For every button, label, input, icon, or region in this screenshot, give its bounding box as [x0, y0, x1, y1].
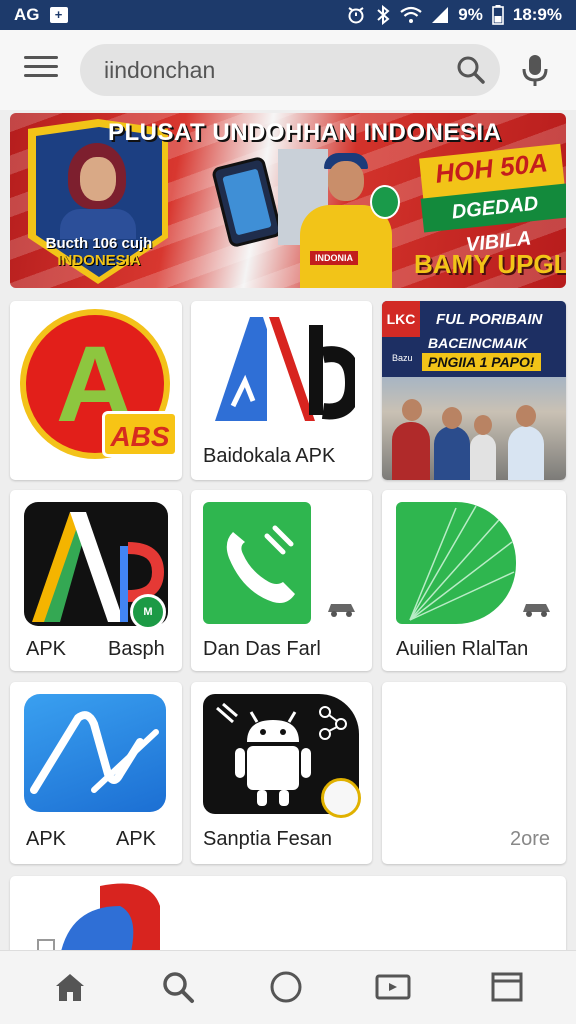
app-label-right: APK	[116, 828, 157, 850]
banner-footer: BAMY UPGL	[414, 249, 566, 279]
phone-app-icon	[203, 502, 311, 624]
app-label: Dan Das Farl	[203, 638, 321, 660]
shield-line1: Bucth 106 cujh	[45, 235, 153, 252]
signal-icon	[432, 7, 449, 23]
app-card-5[interactable]: Dan Das Farl	[191, 490, 372, 671]
app-label: Baidokala APK	[203, 445, 336, 467]
search-icon[interactable]	[456, 55, 486, 85]
app-card-partial[interactable]	[10, 876, 566, 956]
photo-corner-logo: LKC	[382, 301, 420, 337]
battery-icon	[492, 5, 504, 25]
leaf-app-icon	[396, 502, 516, 624]
home-icon	[56, 974, 84, 1001]
shield-text: Bucth 106 cujh INDONESIA	[36, 235, 162, 269]
photo-small-text: Bazu	[392, 353, 413, 363]
app-badge: M	[130, 594, 166, 630]
person-figure	[392, 422, 430, 480]
app-card-8[interactable]: Sanptia Fesan	[191, 682, 372, 864]
avatar	[321, 778, 361, 818]
wifi-icon	[400, 6, 422, 23]
app-card-6[interactable]: Auilien RlalTan	[382, 490, 566, 671]
search-bar[interactable]: iindonchan	[80, 44, 500, 96]
bluetooth-icon	[377, 5, 390, 25]
leaf-rays-icon	[409, 505, 515, 621]
photo-line2: BACEINCMAIK	[428, 335, 528, 351]
status-bar: AG + 9% 18:9%	[0, 0, 576, 30]
nav-search[interactable]	[156, 965, 200, 1009]
app-meta: 2ore	[510, 828, 551, 850]
person-face	[80, 157, 116, 201]
partial-app-logo-icon	[37, 883, 160, 956]
worker-head	[328, 161, 364, 201]
video-icon	[375, 974, 411, 1000]
hamburger-menu-icon[interactable]	[24, 56, 58, 82]
status-left: AG +	[14, 5, 68, 25]
browser-window-icon	[491, 972, 523, 1002]
carrier-label: AG	[14, 5, 40, 24]
green-seal	[370, 185, 400, 219]
ab-logo-icon	[215, 317, 355, 421]
app-card-1[interactable]: A ABS	[10, 301, 182, 480]
app-card-9[interactable]: 2ore	[382, 682, 566, 864]
person-head	[474, 415, 492, 435]
app-label-left: APK	[26, 638, 67, 660]
search-icon	[163, 972, 194, 1003]
clock: 18:9%	[512, 5, 562, 24]
person-head	[442, 407, 462, 429]
search-input[interactable]: iindonchan	[104, 57, 215, 84]
app-card-2[interactable]: Baidokala APK	[191, 301, 372, 480]
status-right: 9% 18:9%	[346, 5, 562, 25]
nav-video[interactable]	[371, 965, 415, 1009]
battery-percent: 9%	[458, 5, 483, 24]
app-label: Sanptia Fesan	[203, 828, 332, 850]
notification-icon: +	[49, 7, 68, 23]
nav-circle[interactable]	[264, 965, 308, 1009]
wave-check-icon	[30, 711, 159, 794]
photo-line3: PNGIIA 1 PAPO!	[422, 353, 541, 371]
app-label: Auilien RlalTan	[396, 638, 529, 660]
person-head	[402, 399, 422, 421]
person-figure	[434, 426, 470, 480]
blue-app-icon	[24, 694, 166, 812]
bottom-navigation	[0, 950, 576, 1024]
shield-line2: INDONESIA	[57, 252, 141, 269]
phone-handset-icon	[226, 525, 295, 603]
car-icon	[523, 604, 550, 617]
search-header: iindonchan	[0, 30, 576, 110]
car-icon	[328, 604, 355, 617]
app-label-left: APK	[26, 828, 67, 850]
app-card-7[interactable]: APK APK	[10, 682, 182, 864]
app-label-right: Basph	[108, 638, 165, 660]
banner-title: PLUSAT UNDOHHAN INDONESIA	[108, 119, 502, 146]
alarm-icon	[348, 7, 364, 24]
nav-home[interactable]	[48, 965, 92, 1009]
photo-line1: FUL PORIBAIN	[436, 311, 543, 328]
promo-banner[interactable]: Bucth 106 cujh INDONESIA INDONIA HOH 50A…	[10, 113, 566, 288]
app-card-4[interactable]: M APK Basph	[10, 490, 182, 671]
app-card-3[interactable]: LKC FUL PORIBAIN BACEINCMAIK PNGIIA 1 PA…	[382, 301, 566, 480]
worker-badge: INDONIA	[310, 251, 358, 265]
app-logo-tag: ABS	[102, 411, 178, 457]
nav-browser[interactable]	[485, 965, 529, 1009]
person-head	[516, 405, 536, 427]
circle-icon	[270, 971, 302, 1003]
microphone-icon[interactable]	[520, 54, 550, 88]
person-figure	[508, 426, 544, 480]
person-figure	[470, 434, 496, 480]
